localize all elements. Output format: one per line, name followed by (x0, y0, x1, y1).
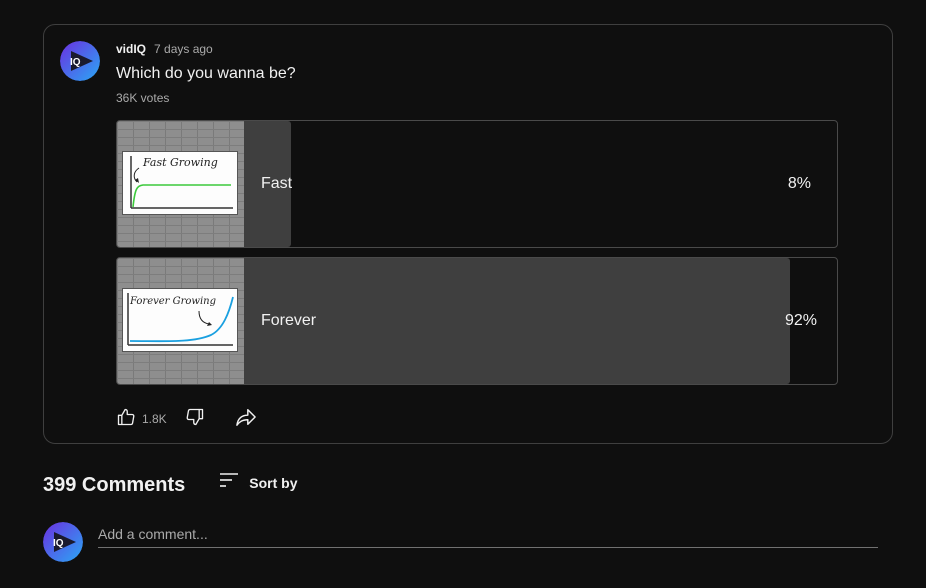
vidiq-logo-icon: IQ (43, 522, 83, 562)
poll-option-label: Fast (261, 175, 293, 192)
poll-bar-fill (244, 258, 790, 384)
thumb-text: Fast Growing (142, 156, 218, 169)
share-icon (235, 407, 257, 432)
poll-option-image: Forever Growing (117, 258, 244, 384)
channel-name[interactable]: vidIQ (116, 42, 146, 56)
like-count: 1.8K (142, 412, 167, 426)
vidiq-logo-icon: IQ (60, 41, 100, 81)
dislike-button[interactable] (185, 407, 205, 432)
poll-bar-track (244, 258, 837, 384)
sort-by-button[interactable]: Sort by (219, 472, 298, 493)
user-avatar: IQ (43, 522, 83, 562)
comments-count: 399 Comments (43, 474, 186, 496)
poll-question: Which do you wanna be? (116, 65, 296, 82)
poll-option-percent: 92% (784, 312, 817, 329)
sort-by-label: Sort by (249, 474, 298, 491)
whiteboard-chart-image: Fast Growing (122, 151, 238, 215)
poll-bar-track (244, 121, 837, 247)
thumb-text: Forever Growing (129, 296, 216, 307)
poll-option-forever[interactable]: Forever Growing Forever 92% (116, 257, 838, 385)
post-time[interactable]: 7 days ago (154, 42, 213, 56)
thumbs-down-icon (185, 407, 205, 432)
community-post-card: IQ vidIQ 7 days ago Which do you wanna b… (43, 24, 893, 444)
poll-option-label: Forever (261, 312, 317, 329)
like-button[interactable]: 1.8K (116, 407, 185, 432)
avatar-text: IQ (70, 57, 81, 68)
add-comment-input[interactable] (98, 521, 878, 548)
post-action-bar: 1.8K (116, 407, 257, 432)
comments-header: 399 Comments Sort by (43, 472, 298, 497)
poll-option-percent: 8% (787, 175, 811, 192)
poll-option-image: Fast Growing (117, 121, 244, 247)
channel-avatar[interactable]: IQ (60, 41, 100, 81)
sort-icon (219, 472, 239, 493)
avatar-text: IQ (53, 538, 64, 549)
thumbs-up-icon (116, 407, 136, 432)
poll-option-fast[interactable]: Fast Growing Fast 8% (116, 120, 838, 248)
whiteboard-chart-image: Forever Growing (122, 288, 238, 352)
vote-count: 36K votes (116, 91, 170, 105)
share-button[interactable] (235, 407, 257, 432)
post-header: vidIQ 7 days ago (116, 42, 213, 56)
